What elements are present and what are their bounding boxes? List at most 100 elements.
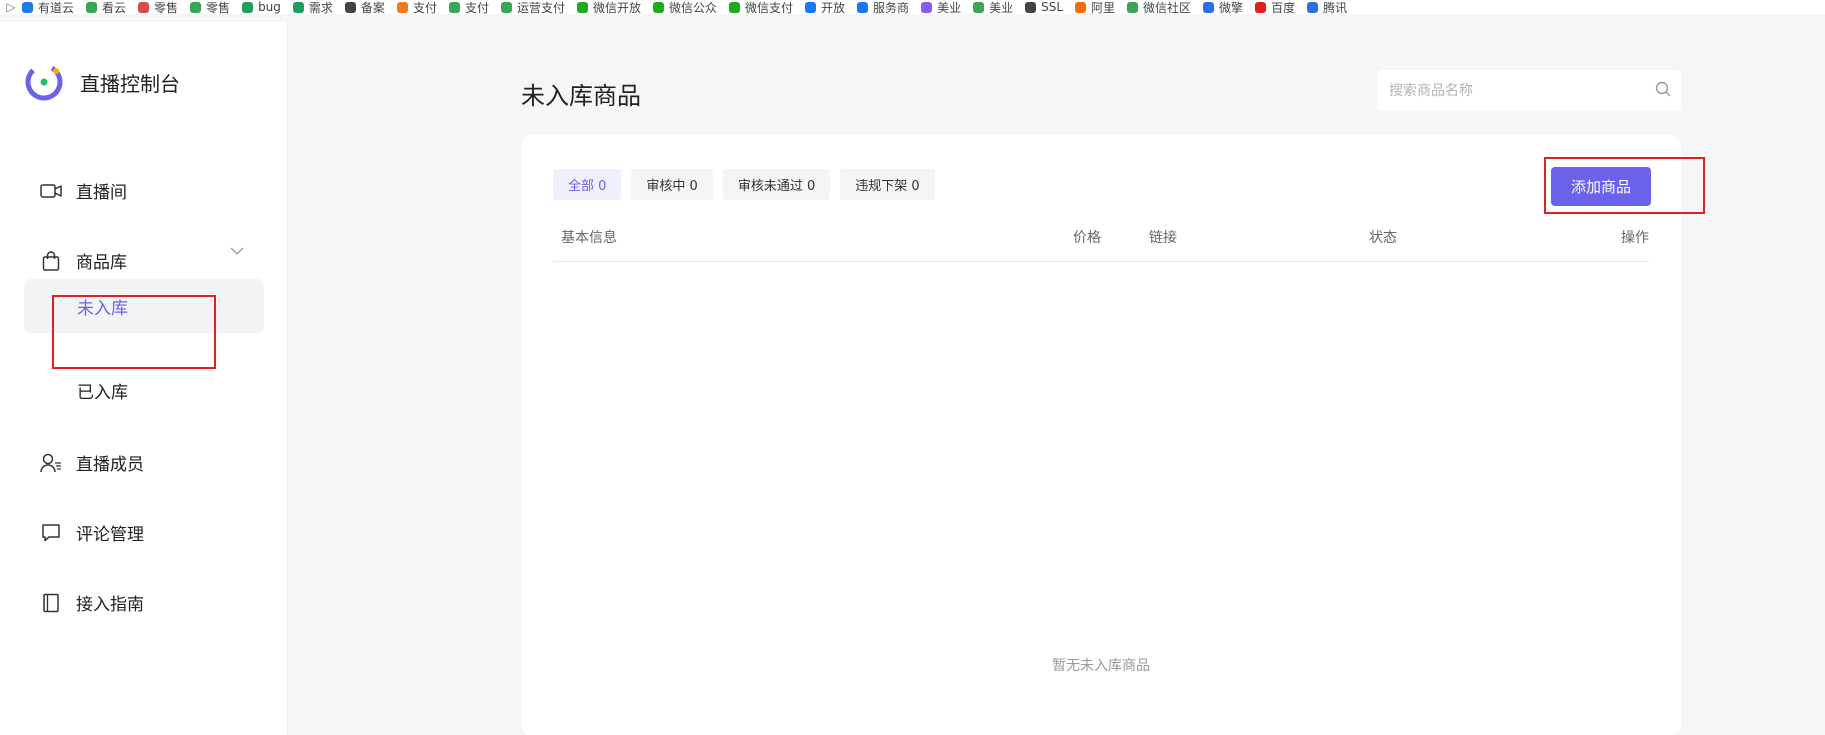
sidebar-subitem-label: 已入库 [77,383,128,403]
tab-review-failed[interactable]: 审核未通过 0 [722,169,831,200]
tab-reviewing[interactable]: 审核中 0 [631,169,713,200]
bookmark-favicon-icon [1025,1,1037,13]
bookmark-label: 百度 [1271,0,1296,15]
shopping-bag-icon [40,250,62,272]
bookmark-favicon-icon [22,1,33,13]
bookmark-favicon-icon [86,1,98,13]
bookmark-favicon-icon [242,1,254,13]
bookmark-label: 看云 [102,0,127,15]
column-header-price: 价格 [1073,230,1101,246]
tab-all[interactable]: 全部 0 [553,169,622,200]
bookmark-label: 服务商 [873,0,910,15]
bookmark-label: 有道云 [38,0,75,15]
bookmark-item[interactable]: 美业 [921,0,961,14]
bookmark-item[interactable]: 看云 [86,0,126,14]
bookmark-favicon-icon [805,1,817,13]
bookmark-favicon-icon [1075,1,1087,13]
bookmark-favicon-icon [1203,1,1215,13]
bookmark-item[interactable]: 支付 [396,0,437,15]
bookmark-favicon-icon [138,1,150,13]
bookmark-favicon-icon [1255,1,1267,13]
bookmark-item[interactable]: 备案 [344,0,385,14]
bookmark-item[interactable]: 阿里 [1075,0,1115,14]
bookmark-label: 支付 [464,0,489,15]
bookmark-label: 美业 [989,0,1014,15]
bookmark-item[interactable]: 微擎 [1203,0,1243,14]
sidebar-item-label: 评论管理 [76,525,144,545]
bookmark-label: 零售 [154,0,179,15]
bookmark-item[interactable]: 微信支付 [729,0,793,14]
bookmark-item[interactable]: 腾讯 [1307,0,1347,14]
bookmark-label: 微擎 [1219,0,1244,15]
bookmark-favicon-icon [190,1,202,13]
bookmark-item[interactable]: 开放 [805,0,845,14]
bookmark-favicon-icon [500,1,512,13]
chevron-down-icon[interactable] [230,240,244,259]
brand-title: 直播控制台 [80,71,180,96]
user-list-icon [40,452,62,474]
bookmark-item[interactable]: 零售 [138,0,178,14]
bookmark-label: 微信社区 [1143,0,1192,15]
bookmark-favicon-icon [653,1,664,13]
bookmark-label: 美业 [937,0,962,15]
highlight-box-not-stocked [52,295,216,369]
bookmark-item[interactable]: 需求 [292,0,333,15]
bookmark-label: 微信开放 [592,0,641,15]
bookmark-item[interactable]: 服务商 [857,0,909,14]
bookmark-item[interactable]: 零售 [190,0,230,14]
brand-logo-icon [25,63,63,101]
bookmark-item[interactable]: 微信社区 [1127,0,1191,14]
sidebar-item-label: 接入指南 [76,595,144,615]
bookmark-label: 微信公众 [669,0,718,15]
highlight-box-add-product [1544,157,1705,214]
tab-violation-removed[interactable]: 违规下架 0 [840,169,935,200]
sidebar-subitem-stocked[interactable]: 已入库 [77,378,128,403]
video-camera-icon [40,180,62,202]
column-header-link: 链接 [1149,230,1177,246]
bookmarks-list: 有道云 看云 零售 零售 bug 需求 备案 支付 支付 运营支付 微信开放 微信公众 微信支付 开放 服务… [22,0,1359,14]
sidebar-item-label: 直播间 [76,183,127,203]
column-header-actions: 操作 [1621,230,1649,246]
bookmark-item[interactable]: 支付 [448,0,489,15]
bookmark-label: SSL [1041,0,1064,14]
page-title: 未入库商品 [521,82,641,110]
search-box[interactable] [1377,70,1681,111]
search-input[interactable] [1387,81,1655,100]
bookmark-favicon-icon [344,1,356,13]
bookmark-label: 阿里 [1091,0,1116,15]
sidebar-item-members[interactable]: 直播成员 [40,450,144,475]
bookmark-label: bug [258,0,281,14]
sidebar-item-comments[interactable]: 评论管理 [40,520,144,545]
bookmark-favicon-icon [1307,1,1319,13]
brand[interactable]: 直播控制台 [24,62,180,102]
bookmarks-bar: ▷ 有道云 看云 零售 零售 bug 需求 备案 支付 支付 运营支付 微信开放 微信公众 微信支付 开放… [0,0,1825,14]
bookmark-label: 支付 [412,0,437,15]
sidebar-item-live-room[interactable]: 直播间 [40,178,127,203]
sidebar-item-label: 商品库 [76,253,127,273]
status-filter-tabs: 全部 0 审核中 0 审核未通过 0 违规下架 0 [553,169,945,200]
sidebar-item-product-library[interactable]: 商品库 [40,248,127,273]
sidebar-item-guide[interactable]: 接入指南 [40,590,144,615]
bookmark-favicon-icon [857,1,869,13]
search-icon[interactable] [1655,81,1671,101]
bookmark-item[interactable]: 有道云 [22,0,74,14]
bookmark-favicon-icon [729,1,741,13]
bookmarks-expand-icon[interactable]: ▷ [0,0,22,14]
column-header-info: 基本信息 [561,230,617,246]
bookmark-item[interactable]: 运营支付 [500,0,565,14]
bookmark-favicon-icon [973,1,985,13]
product-card: 全部 0 审核中 0 审核未通过 0 违规下架 0 基本信息 价格 链接 状态 … [521,135,1681,735]
bookmark-item[interactable]: 美业 [973,0,1013,14]
bookmark-item[interactable]: 微信开放 [576,0,641,15]
book-icon [40,592,62,614]
bookmark-item[interactable]: 百度 [1255,0,1295,14]
column-header-status: 状态 [1369,230,1397,246]
bookmark-label: 微信支付 [745,0,794,15]
sidebar-item-label: 直播成员 [76,455,144,475]
bookmark-label: 腾讯 [1323,0,1348,15]
bookmark-item[interactable]: 微信公众 [653,0,717,14]
bookmark-label: 需求 [308,0,333,15]
bookmark-item[interactable]: SSL [1025,0,1063,14]
bookmark-item[interactable]: bug [242,0,281,14]
bookmark-favicon-icon [576,1,588,13]
